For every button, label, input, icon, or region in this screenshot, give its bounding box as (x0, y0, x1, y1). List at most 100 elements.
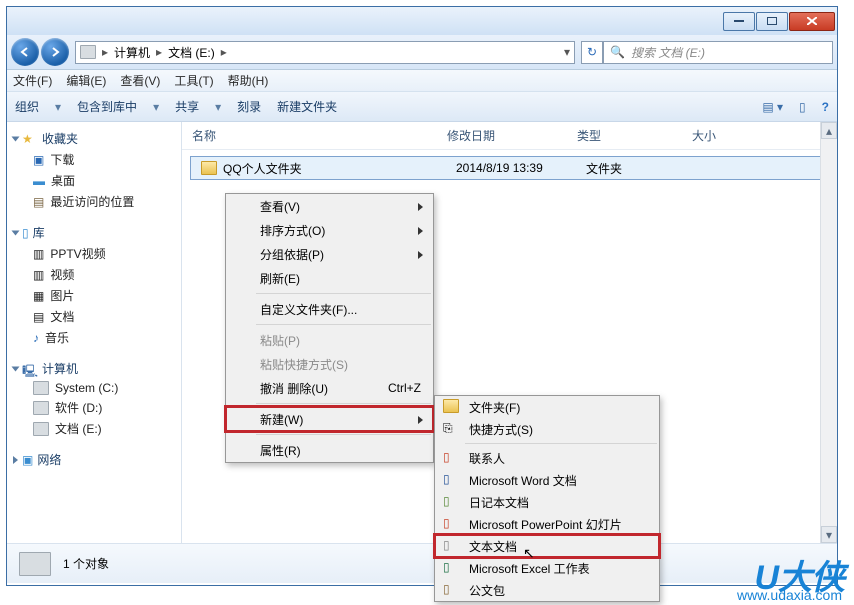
excel-icon: ▯ (443, 560, 459, 574)
search-icon: 🔍 (610, 45, 625, 59)
sidebar-item-videos[interactable]: ▥视频 (11, 264, 177, 285)
toolbar-include[interactable]: 包含到库中 (77, 98, 137, 115)
document-icon: ▤ (33, 310, 44, 324)
col-name[interactable]: 名称 (182, 127, 437, 144)
submenu-arrow-icon (418, 227, 423, 235)
dropdown-icon[interactable]: ▾ (564, 45, 570, 59)
sub-ppt[interactable]: ▯Microsoft PowerPoint 幻灯片 (435, 513, 659, 535)
help-icon[interactable]: ? (822, 100, 829, 114)
contact-icon: ▯ (443, 450, 459, 464)
address-bar[interactable]: ▸ 计算机 ▸ 文档 (E:) ▸ ▾ (75, 41, 575, 64)
status-count: 1 个对象 (63, 555, 109, 572)
sidebar-item-system-c[interactable]: System (C:) (11, 379, 177, 397)
col-date[interactable]: 修改日期 (437, 127, 567, 144)
desktop-icon: ▬ (33, 174, 45, 188)
drive-icon (33, 381, 49, 395)
submenu-arrow-icon (418, 203, 423, 211)
scroll-down-button[interactable]: ▾ (821, 526, 837, 543)
sub-folder[interactable]: 文件夹(F) (435, 396, 659, 418)
ctx-sort[interactable]: 排序方式(O) (226, 218, 433, 242)
sub-word[interactable]: ▯Microsoft Word 文档 (435, 469, 659, 491)
sub-shortcut[interactable]: ⎘快捷方式(S) (435, 418, 659, 440)
sub-separator (465, 443, 657, 444)
sidebar-item-documents-e[interactable]: 文档 (E:) (11, 418, 177, 439)
toolbar-burn[interactable]: 刻录 (237, 98, 261, 115)
sidebar-network-head[interactable]: ▣网络 (11, 449, 177, 470)
minimize-button[interactable] (723, 12, 755, 31)
ctx-group[interactable]: 分组依据(P) (226, 242, 433, 266)
sidebar-item-recent[interactable]: ▤最近访问的位置 (11, 191, 177, 212)
scroll-up-button[interactable]: ▴ (821, 122, 837, 139)
text-icon: ▯ (443, 538, 459, 552)
forward-button[interactable] (41, 38, 69, 66)
ctx-view[interactable]: 查看(V) (226, 194, 433, 218)
close-button[interactable] (789, 12, 835, 31)
search-box[interactable]: 🔍 搜索 文档 (E:) (603, 41, 833, 64)
sidebar-item-music[interactable]: ♪音乐 (11, 327, 177, 348)
context-menu: 查看(V) 排序方式(O) 分组依据(P) 刷新(E) 自定义文件夹(F)...… (225, 193, 434, 463)
computer-icon: 🖳 (22, 362, 38, 376)
menu-edit[interactable]: 编辑(E) (66, 72, 106, 89)
drive-icon (19, 552, 51, 576)
video-icon: ▥ (33, 268, 44, 282)
ctx-customize[interactable]: 自定义文件夹(F)... (226, 297, 433, 321)
drive-icon (80, 45, 96, 59)
col-type[interactable]: 类型 (567, 127, 682, 144)
search-placeholder: 搜索 文档 (E:) (631, 44, 705, 61)
ctx-refresh[interactable]: 刷新(E) (226, 266, 433, 290)
sidebar-item-pptv[interactable]: ▥PPTV视频 (11, 243, 177, 264)
preview-pane-icon[interactable]: ▯ (799, 100, 806, 114)
toolbar-newfolder[interactable]: 新建文件夹 (277, 98, 337, 115)
sidebar-item-software-d[interactable]: 软件 (D:) (11, 397, 177, 418)
view-options-icon[interactable]: ▤ ▾ (762, 100, 783, 114)
menu-help[interactable]: 帮助(H) (228, 72, 269, 89)
submenu-arrow-icon (418, 416, 423, 424)
toolbar-organize[interactable]: 组织 (15, 98, 39, 115)
sub-excel[interactable]: ▯Microsoft Excel 工作表 (435, 557, 659, 579)
breadcrumb-drive[interactable]: 文档 (E:) (168, 44, 215, 61)
sidebar-item-downloads[interactable]: ▣下载 (11, 149, 177, 170)
new-submenu: 文件夹(F) ⎘快捷方式(S) ▯联系人 ▯Microsoft Word 文档 … (434, 395, 660, 602)
title-bar (7, 7, 837, 35)
network-icon: ▣ (22, 453, 33, 467)
sidebar-item-documents[interactable]: ▤文档 (11, 306, 177, 327)
col-size[interactable]: 大小 (682, 127, 837, 144)
picture-icon: ▦ (33, 289, 44, 303)
drive-icon (33, 422, 49, 436)
file-date: 2014/8/19 13:39 (446, 161, 576, 175)
refresh-button[interactable]: ↻ (581, 41, 603, 64)
briefcase-icon: ▯ (443, 582, 459, 596)
status-bar: 1 个对象 (7, 543, 837, 583)
back-button[interactable] (11, 38, 39, 66)
sidebar: ★收藏夹 ▣下载 ▬桌面 ▤最近访问的位置 ▯库 ▥PPTV视频 ▥视频 ▦图片… (7, 122, 182, 543)
file-row[interactable]: QQ个人文件夹 2014/8/19 13:39 文件夹 (190, 156, 829, 180)
sidebar-item-pictures[interactable]: ▦图片 (11, 285, 177, 306)
ctx-undo[interactable]: 撤消 删除(U)Ctrl+Z (226, 376, 433, 400)
sidebar-libraries-head[interactable]: ▯库 (11, 222, 177, 243)
ctx-paste: 粘贴(P) (226, 328, 433, 352)
ctx-properties[interactable]: 属性(R) (226, 438, 433, 462)
ctx-new[interactable]: 新建(W) (226, 407, 433, 431)
menu-tools[interactable]: 工具(T) (174, 72, 213, 89)
breadcrumb-computer[interactable]: 计算机 (114, 44, 150, 61)
column-headers: 名称 修改日期 类型 大小 (182, 122, 837, 150)
vertical-scrollbar[interactable]: ▴ ▾ (820, 122, 837, 543)
sub-briefcase[interactable]: ▯公文包 (435, 579, 659, 601)
shortcut-label: Ctrl+Z (388, 381, 421, 395)
menu-view[interactable]: 查看(V) (120, 72, 160, 89)
sub-journal[interactable]: ▯日记本文档 (435, 491, 659, 513)
menu-file[interactable]: 文件(F) (13, 72, 52, 89)
sidebar-favorites-head[interactable]: ★收藏夹 (11, 128, 177, 149)
star-icon: ★ (22, 132, 38, 146)
maximize-button[interactable] (756, 12, 788, 31)
toolbar-share[interactable]: 共享 (175, 98, 199, 115)
breadcrumb-sep: ▸ (221, 45, 227, 59)
sub-txt[interactable]: ▯文本文档 (435, 535, 659, 557)
video-icon: ▥ (33, 247, 44, 261)
sidebar-item-desktop[interactable]: ▬桌面 (11, 170, 177, 191)
sub-contact[interactable]: ▯联系人 (435, 447, 659, 469)
folder-icon (443, 399, 459, 413)
download-icon: ▣ (33, 153, 44, 167)
ctx-separator (256, 293, 431, 294)
sidebar-computer-head[interactable]: 🖳计算机 (11, 358, 177, 379)
